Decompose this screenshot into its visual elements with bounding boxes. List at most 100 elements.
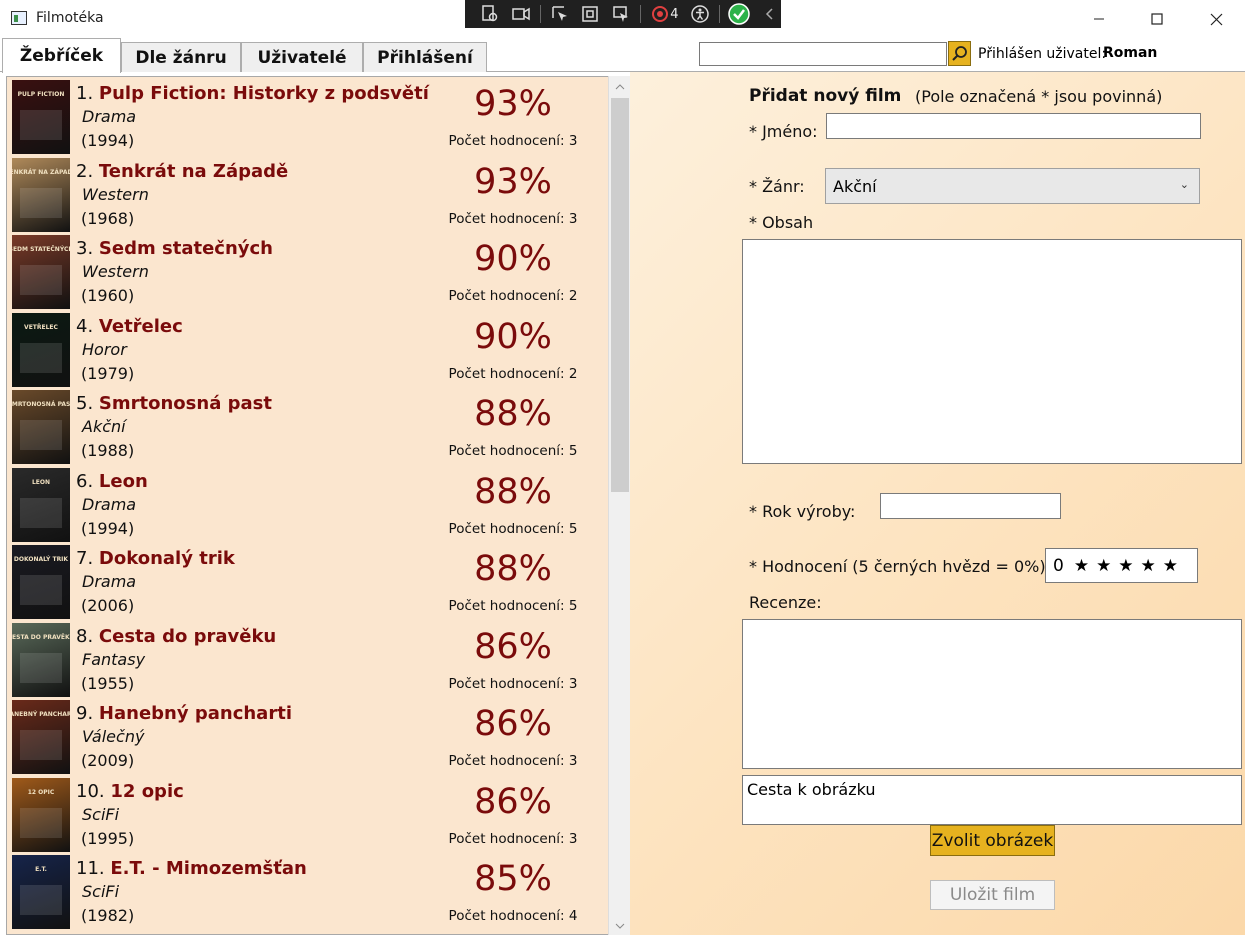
maximize-button[interactable] (1134, 4, 1180, 34)
movie-title: Dokonalý trik (98, 548, 235, 569)
movie-row[interactable]: SMRTONOSNÁ PAST 5. Smrtonosná past Akční (1… (7, 387, 607, 465)
search-input[interactable] (699, 42, 947, 66)
movie-row[interactable]: HANEBNÝ PANCHARTI 9. Hanebný pancharti Vál… (7, 697, 607, 775)
movie-poster: VETŘELEC (12, 312, 70, 387)
tab-dle-zanru[interactable]: Dle žánru (121, 42, 241, 72)
movie-year: (1988) (81, 441, 135, 460)
poster-image: 12 OPIC (20, 789, 62, 838)
search-button[interactable] (948, 41, 971, 66)
movie-rank: 1. (76, 83, 94, 104)
movie-rating-count: Počet hodnocení: 5 (448, 598, 578, 614)
movie-rating-percent: 93% (474, 84, 552, 124)
video-icon[interactable] (509, 2, 531, 26)
movie-poster: E.T. (12, 855, 70, 929)
movie-title: Cesta do pravěku (98, 625, 277, 647)
movie-row[interactable]: LEON 6. Leon Drama (1994) 88% Počet hodnocení… (7, 465, 607, 543)
tab-zebricek[interactable]: Žebříček (2, 38, 121, 73)
save-movie-button[interactable]: Uložit film (930, 880, 1055, 910)
minimize-icon (1094, 18, 1104, 20)
poster-image: HANEBNÝ PANCHARTI (12, 711, 70, 760)
display-layout-icon[interactable] (579, 2, 601, 26)
list-scrollbar[interactable] (608, 76, 630, 935)
movie-title: Tenkrát na Západě (98, 160, 289, 182)
review-textarea[interactable] (742, 619, 1242, 769)
movie-rating-count: Počet hodnocení: 2 (448, 288, 578, 304)
movie-rating-count: Počet hodnocení: 3 (448, 675, 578, 692)
name-label: * Jméno: (749, 122, 818, 141)
toolbar-divider (640, 5, 641, 23)
movie-title-line: 9. Hanebný pancharti (76, 703, 292, 724)
close-button[interactable] (1193, 4, 1239, 34)
movie-row[interactable]: E.T. 11. E.T. - Mimozemšťan SciFi (1982) 85%… (7, 852, 607, 930)
movie-poster: LEON (12, 467, 70, 542)
movie-title-line: 11. E.T. - Mimozemšťan (76, 858, 307, 879)
movie-row[interactable]: DOKONALÝ TRIK 7. Dokonalý trik Drama (2006)… (7, 542, 607, 620)
minimize-button[interactable] (1076, 4, 1122, 34)
movie-rating-count: Počet hodnocení: 3 (448, 210, 578, 227)
choose-image-button[interactable]: Zvolit obrázek (930, 825, 1055, 856)
select-element-icon[interactable] (549, 2, 571, 26)
poster-caption: HANEBNÝ PANCHARTI (12, 711, 70, 718)
genre-select[interactable]: Akční ⌄ (825, 168, 1200, 204)
genre-select-value: Akční (833, 176, 877, 196)
track-focus-icon[interactable] (610, 2, 632, 26)
movie-title-line: 1. Pulp Fiction: Historky z podsvětí (76, 83, 429, 104)
logged-user-name: Roman (1103, 45, 1158, 61)
app-icon (11, 11, 27, 25)
movie-row[interactable]: TENKRÁT NA ZÁPADĚ 2. Tenkrát na ZápaděWes… (7, 155, 607, 233)
movie-row[interactable]: PULP FICTION 1. Pulp Fiction: Historky z … (7, 77, 607, 155)
movie-rating-count: Počet hodnocení: 5 (448, 520, 578, 537)
maximize-icon (1151, 13, 1163, 25)
movie-poster: 12 OPIC (12, 777, 70, 852)
check-ok-icon[interactable] (728, 2, 751, 26)
movie-title: Pulp Fiction: Historky z podsvětí (98, 83, 429, 104)
movie-poster: HANEBNÝ PANCHARTI (12, 700, 70, 774)
rating-stars-icon[interactable]: ★★★★★ (1074, 556, 1185, 576)
tab-prihlaseni[interactable]: Přihlášení (363, 42, 487, 72)
movie-poster: DOKONALÝ TRIK (12, 545, 70, 619)
scroll-thumb[interactable] (611, 98, 629, 492)
movie-poster: PULP FICTION (12, 80, 70, 154)
year-label: * Rok výroby: (749, 502, 856, 521)
collapse-toolbar-icon[interactable] (759, 2, 781, 26)
movie-rating-percent: 86% (474, 626, 552, 667)
content-textarea[interactable] (742, 239, 1242, 464)
rating-control[interactable]: 0 ★★★★★ (1045, 548, 1198, 583)
movie-rank: 8. (76, 625, 94, 647)
movie-row[interactable]: SEDM STATEČNÝCH 3. Sedm statečných Western… (7, 232, 607, 310)
movie-title-line: 6. Leon (76, 471, 148, 492)
movie-rank: 5. (76, 393, 94, 414)
tab-uzivatele[interactable]: Uživatelé (241, 42, 363, 72)
scroll-up-icon[interactable] (609, 78, 631, 96)
movie-rating-count: Počet hodnocení: 2 (448, 365, 578, 382)
name-input[interactable] (826, 113, 1201, 139)
movie-rank: 4. (76, 315, 94, 337)
movie-genre: SciFi (82, 882, 120, 901)
movie-genre: Western (82, 184, 149, 204)
movie-title: 12 opic (110, 780, 184, 802)
movie-row[interactable]: CESTA DO PRAVĚKU 8. Cesta do pravěkuFanta… (7, 620, 607, 698)
live-tree-icon[interactable] (479, 2, 501, 26)
image-path-input[interactable]: Cesta k obrázku (742, 775, 1242, 825)
binding-failures-icon[interactable]: 4 (649, 2, 681, 26)
movie-ranking-list[interactable]: PULP FICTION 1. Pulp Fiction: Historky z … (6, 76, 608, 935)
movie-rating-percent: 90% (474, 316, 552, 357)
movie-row[interactable]: VETŘELEC 4. Vetřelec Horor (1979) 90% Počet h… (7, 310, 607, 388)
movie-title: Smrtonosná past (98, 393, 272, 414)
accessibility-icon[interactable] (689, 2, 711, 26)
poster-caption: LEON (32, 479, 50, 486)
search-icon (952, 46, 967, 61)
poster-image: SMRTONOSNÁ PAST (12, 401, 70, 450)
window-title: Filmotéka (36, 10, 104, 26)
movie-genre: Fantasy (82, 649, 146, 669)
movie-rating-percent: 88% (474, 394, 552, 434)
scroll-down-icon[interactable] (609, 917, 631, 935)
movie-poster: SEDM STATEČNÝCH (12, 235, 70, 309)
movie-year: (2009) (81, 751, 135, 770)
poster-caption: DOKONALÝ TRIK (14, 556, 68, 563)
movie-rating-percent: 88% (474, 471, 552, 512)
movie-row[interactable]: 12 OPIC 10. 12 opic SciFi (1995) 86% Počet ho… (7, 775, 607, 853)
movie-rank: 6. (76, 470, 94, 492)
year-input[interactable] (880, 493, 1061, 519)
poster-caption: CESTA DO PRAVĚKU (12, 633, 70, 641)
